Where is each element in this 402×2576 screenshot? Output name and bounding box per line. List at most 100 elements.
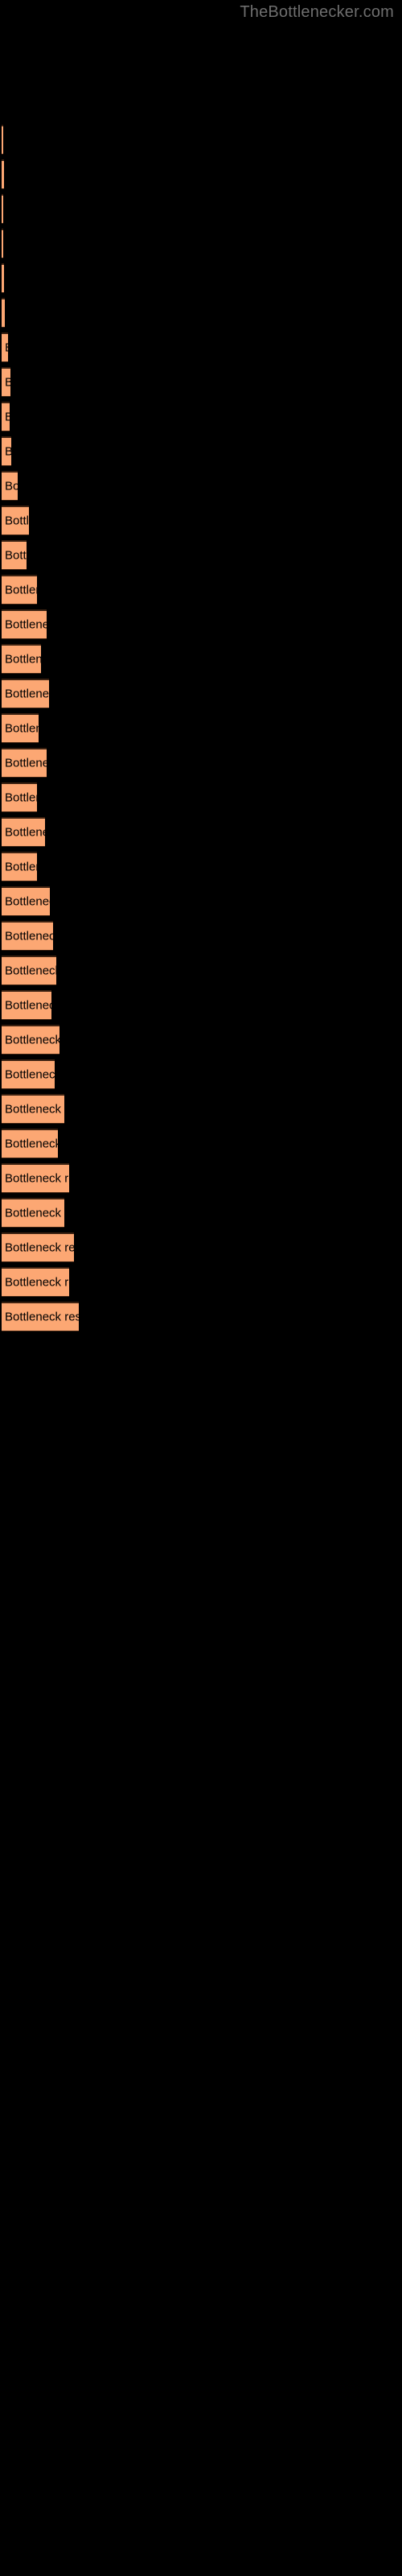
bar[interactable]: Bottleneck result xyxy=(2,679,49,708)
bar-row: Bottleneck result xyxy=(2,402,10,431)
bar-row: Bottleneck result xyxy=(2,471,18,501)
bar[interactable]: Bottleneck result xyxy=(2,332,8,362)
bar[interactable]: Bottleneck result xyxy=(2,436,11,466)
bar[interactable]: Bottleneck result xyxy=(2,540,27,570)
bar[interactable]: Bottleneck result xyxy=(2,1025,59,1055)
bar-label: Bottleneck result xyxy=(5,1206,64,1220)
bar-row: Bottleneck result xyxy=(2,852,37,881)
bar[interactable]: Bottleneck result xyxy=(2,367,10,397)
bar-row: Bottleneck result xyxy=(2,817,45,847)
bar-label: Bottleneck result xyxy=(5,825,45,840)
bar-label: Bottleneck result xyxy=(5,548,27,563)
bar-row: Bottleneck result xyxy=(2,367,10,397)
bar-label: Bottleneck result xyxy=(5,894,50,909)
bar[interactable]: Bottleneck result xyxy=(2,1129,58,1158)
bar[interactable]: Bottleneck result xyxy=(2,1302,79,1331)
bar-label: Bottleneck result xyxy=(5,479,18,493)
bar[interactable]: Bottleneck result xyxy=(2,506,29,535)
bar[interactable]: Bottleneck result xyxy=(2,125,3,155)
bar[interactable]: Bottleneck result xyxy=(2,990,51,1020)
bar[interactable]: Bottleneck result xyxy=(2,886,50,916)
bar[interactable]: Bottleneck result xyxy=(2,1059,55,1089)
bar[interactable]: Bottleneck result xyxy=(2,298,5,328)
bar[interactable]: Bottleneck result xyxy=(2,402,10,431)
bar-row: Bottleneck result xyxy=(2,332,8,362)
bar-label: Bottleneck result xyxy=(5,1067,55,1082)
bar-row: Bottleneck result xyxy=(2,506,29,535)
bar-row: Bottleneck result xyxy=(2,921,53,951)
bar-label: Bottleneck result xyxy=(5,1102,64,1117)
bar-label: Bottleneck result xyxy=(5,1171,69,1186)
bar-row: Bottleneck result xyxy=(2,1129,58,1158)
bar[interactable]: Bottleneck result xyxy=(2,194,3,224)
bar-row: Bottleneck result xyxy=(2,886,50,916)
bar[interactable]: Bottleneck result xyxy=(2,1163,69,1193)
bar[interactable]: Bottleneck result xyxy=(2,575,37,605)
bar-row: Bottleneck result xyxy=(2,159,4,189)
bar[interactable]: Bottleneck result xyxy=(2,817,45,847)
bar[interactable]: Bottleneck result xyxy=(2,644,41,674)
bar-row: Bottleneck result xyxy=(2,125,3,155)
bar-label: Bottleneck result xyxy=(5,687,49,701)
bar-row: Bottleneck result xyxy=(2,679,49,708)
bar-row: Bottleneck result xyxy=(2,575,37,605)
bar-label: Bottleneck result xyxy=(5,446,11,458)
bar[interactable]: Bottleneck result xyxy=(2,609,47,639)
bar-row: Bottleneck result xyxy=(2,540,27,570)
bar-chart: Bottleneck result Bottleneck result Bottle… xyxy=(0,0,402,2576)
bar-label: Bottleneck result xyxy=(5,342,8,354)
bar-row: Bottleneck result xyxy=(2,748,47,778)
bar-row: Bottleneck result xyxy=(2,1094,64,1124)
bar-label: Bottleneck result xyxy=(5,1137,58,1151)
bar[interactable]: Bottleneck result xyxy=(2,713,39,743)
bar-label: Bottleneck result xyxy=(5,756,47,770)
bar-row: Bottleneck result xyxy=(2,298,5,328)
bar[interactable]: Bottleneck result xyxy=(2,852,37,881)
bar-label: Bottleneck result xyxy=(5,652,41,667)
bar-label: Bottleneck result xyxy=(5,860,37,874)
bar-row: Bottleneck result xyxy=(2,1267,69,1297)
bar-row: Bottleneck result xyxy=(2,229,3,258)
bar-label: Bottleneck result xyxy=(5,929,53,943)
bar[interactable]: Bottleneck result xyxy=(2,956,56,985)
bar[interactable]: Bottleneck result xyxy=(2,1198,64,1228)
bar-label: Bottleneck result xyxy=(5,721,39,736)
bar-label: Bottleneck result xyxy=(5,1241,74,1255)
bar-row: Bottleneck result xyxy=(2,1302,79,1331)
bar-row: Bottleneck result xyxy=(2,644,41,674)
bar[interactable]: Bottleneck result xyxy=(2,1094,64,1124)
bar-row: Bottleneck result xyxy=(2,1198,64,1228)
bar-label: Bottleneck result xyxy=(5,1310,79,1324)
bar-label: Bottleneck result xyxy=(5,964,56,978)
bar-label: Bottleneck result xyxy=(5,411,10,423)
bar-row: Bottleneck result xyxy=(2,263,4,293)
bar[interactable]: Bottleneck result xyxy=(2,748,47,778)
bar[interactable]: Bottleneck result xyxy=(2,229,3,258)
bar-row: Bottleneck result xyxy=(2,1163,69,1193)
bar[interactable]: Bottleneck result xyxy=(2,471,18,501)
bar-row: Bottleneck result xyxy=(2,990,51,1020)
bar-row: Bottleneck result xyxy=(2,1232,74,1262)
bar-label: Bottleneck result xyxy=(5,583,37,597)
bar[interactable]: Bottleneck result xyxy=(2,921,53,951)
bar-label: Bottleneck result xyxy=(5,514,29,528)
bar[interactable]: Bottleneck result xyxy=(2,263,4,293)
bar[interactable]: Bottleneck result xyxy=(2,1232,74,1262)
bar-row: Bottleneck result xyxy=(2,782,37,812)
bar-row: Bottleneck result xyxy=(2,713,39,743)
bar[interactable]: Bottleneck result xyxy=(2,1267,69,1297)
bar-label: Bottleneck result xyxy=(5,1275,69,1290)
bar-row: Bottleneck result xyxy=(2,1059,55,1089)
bar[interactable]: Bottleneck result xyxy=(2,159,4,189)
bar-row: Bottleneck result xyxy=(2,609,47,639)
bar-label: Bottleneck result xyxy=(5,617,47,632)
bar-row: Bottleneck result xyxy=(2,436,11,466)
bar-label: Bottleneck result xyxy=(5,791,37,805)
bar-row: Bottleneck result xyxy=(2,194,3,224)
bar-label: Bottleneck result xyxy=(5,377,10,389)
bar-row: Bottleneck result xyxy=(2,956,56,985)
bar[interactable]: Bottleneck result xyxy=(2,782,37,812)
bar-label: Bottleneck result xyxy=(5,998,51,1013)
bar-row: Bottleneck result xyxy=(2,1025,59,1055)
bar-label: Bottleneck result xyxy=(5,1033,59,1047)
